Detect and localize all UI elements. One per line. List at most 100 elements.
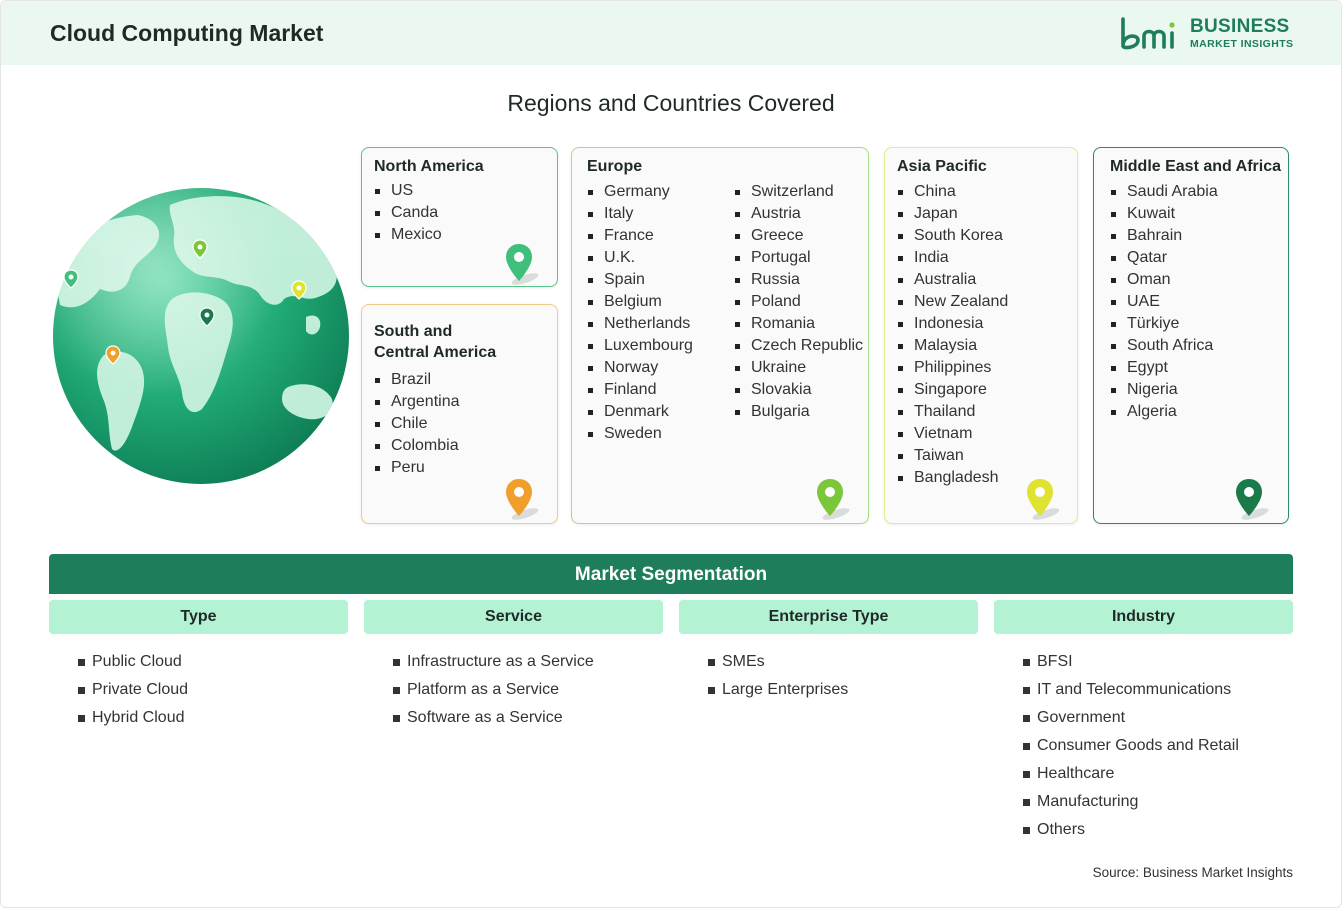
location-pin-icon xyxy=(506,244,539,285)
segment-item: Healthcare xyxy=(1023,760,1239,788)
region-card-middle-east-africa: Middle East and Africa Saudi Arabia Kuwa… xyxy=(1093,147,1289,524)
segment-item: Government xyxy=(1023,704,1239,732)
segment-item: Hybrid Cloud xyxy=(78,704,188,732)
country-item: Norway xyxy=(587,357,693,379)
segment-item: Software as a Service xyxy=(393,704,594,732)
country-item: Portugal xyxy=(734,247,863,269)
segment-list-enterprise-type: SMEs Large Enterprises xyxy=(708,648,848,704)
country-item: Türkiye xyxy=(1110,313,1218,335)
country-item: UAE xyxy=(1110,291,1218,313)
country-item: U.K. xyxy=(587,247,693,269)
country-item: Australia xyxy=(897,269,1008,291)
logo-text-business: BUSINESS xyxy=(1190,16,1290,37)
segment-header-type: Type xyxy=(49,600,348,634)
country-item: Bangladesh xyxy=(897,467,1008,489)
country-item: Luxembourg xyxy=(587,335,693,357)
segment-item: Infrastructure as a Service xyxy=(393,648,594,676)
country-item: Finland xyxy=(587,379,693,401)
region-title: Middle East and Africa xyxy=(1110,158,1281,175)
segment-item: Others xyxy=(1023,816,1239,844)
country-item: Japan xyxy=(897,203,1008,225)
globe-icon xyxy=(53,188,349,484)
region-card-asia-pacific: Asia Pacific China Japan South Korea Ind… xyxy=(884,147,1078,524)
country-item: Qatar xyxy=(1110,247,1218,269)
segment-item: Large Enterprises xyxy=(708,676,848,704)
country-item: Ukraine xyxy=(734,357,863,379)
location-pin-icon xyxy=(1027,479,1060,520)
country-item: Slovakia xyxy=(734,379,863,401)
country-list-col2: Switzerland Austria Greece Portugal Russ… xyxy=(734,181,863,423)
source-note: Source: Business Market Insights xyxy=(1092,865,1293,880)
country-item: India xyxy=(897,247,1008,269)
regions-title: Regions and Countries Covered xyxy=(507,90,835,116)
segment-header-enterprise-type: Enterprise Type xyxy=(679,600,978,634)
country-item: Singapore xyxy=(897,379,1008,401)
segment-item: Private Cloud xyxy=(78,676,188,704)
country-list-col1: Germany Italy France U.K. Spain Belgium … xyxy=(587,181,693,445)
segment-list-type: Public Cloud Private Cloud Hybrid Cloud xyxy=(78,648,188,732)
country-item: China xyxy=(897,181,1008,203)
region-title-line: Central America xyxy=(374,344,497,361)
country-item: New Zealand xyxy=(897,291,1008,313)
country-item: Colombia xyxy=(374,435,460,457)
segmentation-title: Market Segmentation xyxy=(49,554,1293,594)
country-item: Greece xyxy=(734,225,863,247)
segment-item: Platform as a Service xyxy=(393,676,594,704)
country-list: US Canda Mexico xyxy=(374,180,442,246)
country-list: Saudi Arabia Kuwait Bahrain Qatar Oman U… xyxy=(1110,181,1218,423)
country-item: Mexico xyxy=(374,224,442,246)
country-item: Vietnam xyxy=(897,423,1008,445)
country-item: Brazil xyxy=(374,369,460,391)
country-item: Spain xyxy=(587,269,693,291)
country-item: Malaysia xyxy=(897,335,1008,357)
bmi-logo: BUSINESS MARKET INSIGHTS xyxy=(1120,16,1295,52)
segment-item: Consumer Goods and Retail xyxy=(1023,732,1239,760)
country-item: Bahrain xyxy=(1110,225,1218,247)
country-item: Argentina xyxy=(374,391,460,413)
country-item: Egypt xyxy=(1110,357,1218,379)
logo-text-market-insights: MARKET INSIGHTS xyxy=(1190,38,1294,50)
region-title: South and Central America xyxy=(374,321,496,363)
segment-item: Public Cloud xyxy=(78,648,188,676)
country-item: South Africa xyxy=(1110,335,1218,357)
country-item: Thailand xyxy=(897,401,1008,423)
country-item: Netherlands xyxy=(587,313,693,335)
country-list: Brazil Argentina Chile Colombia Peru xyxy=(374,369,460,479)
country-item: France xyxy=(587,225,693,247)
country-item: Denmark xyxy=(587,401,693,423)
segment-item: Manufacturing xyxy=(1023,788,1239,816)
page-title: Cloud Computing Market xyxy=(50,20,324,46)
country-item: Belgium xyxy=(587,291,693,313)
country-item: Czech Republic xyxy=(734,335,863,357)
country-item: Oman xyxy=(1110,269,1218,291)
country-item: Algeria xyxy=(1110,401,1218,423)
country-item: Kuwait xyxy=(1110,203,1218,225)
segment-header-industry: Industry xyxy=(994,600,1293,634)
country-item: Canda xyxy=(374,202,442,224)
segment-item: SMEs xyxy=(708,648,848,676)
segment-item: BFSI xyxy=(1023,648,1239,676)
country-item: Saudi Arabia xyxy=(1110,181,1218,203)
region-title: Asia Pacific xyxy=(897,158,987,175)
country-item: South Korea xyxy=(897,225,1008,247)
region-card-europe: Europe Germany Italy France U.K. Spain B… xyxy=(571,147,869,524)
country-item: Taiwan xyxy=(897,445,1008,467)
country-item: Philippines xyxy=(897,357,1008,379)
country-item: Nigeria xyxy=(1110,379,1218,401)
country-item: Austria xyxy=(734,203,863,225)
country-item: Sweden xyxy=(587,423,693,445)
segment-list-industry: BFSI IT and Telecommunications Governmen… xyxy=(1023,648,1239,844)
region-title-line: South and xyxy=(374,323,453,340)
country-item: Italy xyxy=(587,203,693,225)
region-title: Europe xyxy=(587,158,643,175)
country-item: Russia xyxy=(734,269,863,291)
country-item: Peru xyxy=(374,457,460,479)
country-item: Romania xyxy=(734,313,863,335)
location-pin-icon xyxy=(817,479,850,520)
country-item: Indonesia xyxy=(897,313,1008,335)
country-list: China Japan South Korea India Australia … xyxy=(897,181,1008,489)
location-pin-icon xyxy=(1236,479,1269,520)
country-item: Poland xyxy=(734,291,863,313)
bmi-logo-mark-icon xyxy=(1121,17,1175,50)
segment-list-service: Infrastructure as a Service Platform as … xyxy=(393,648,594,732)
